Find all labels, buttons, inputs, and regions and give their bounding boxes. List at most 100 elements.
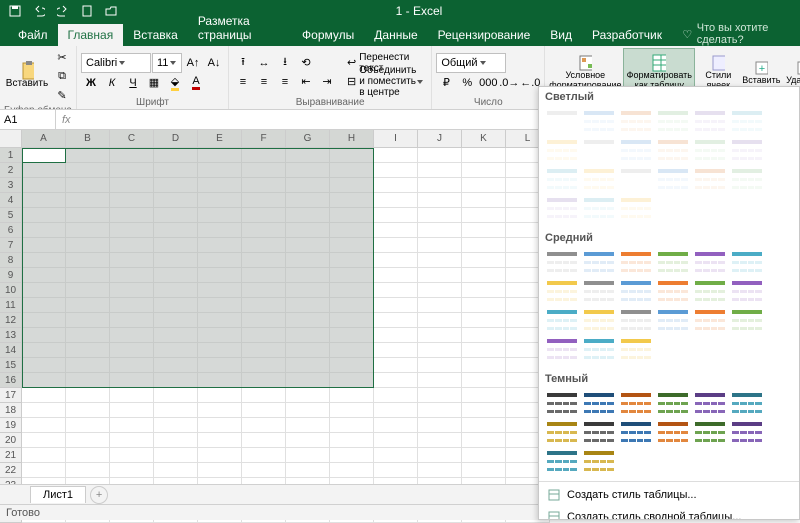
cell[interactable]	[198, 223, 242, 238]
cell[interactable]	[418, 358, 462, 373]
currency-button[interactable]: ₽	[436, 74, 456, 92]
cell[interactable]	[374, 268, 418, 283]
cell[interactable]	[330, 463, 374, 478]
cell[interactable]	[198, 328, 242, 343]
cell[interactable]	[286, 358, 330, 373]
row-header[interactable]: 1	[0, 148, 22, 163]
cell[interactable]	[154, 163, 198, 178]
cell[interactable]	[66, 268, 110, 283]
cell[interactable]	[374, 373, 418, 388]
row-header[interactable]: 19	[0, 418, 22, 433]
cell[interactable]	[22, 253, 66, 268]
cell[interactable]	[198, 193, 242, 208]
cell[interactable]	[154, 433, 198, 448]
cell[interactable]	[462, 268, 506, 283]
table-style-thumbnail[interactable]	[693, 308, 727, 334]
table-style-thumbnail[interactable]	[619, 109, 653, 135]
cell[interactable]	[418, 193, 462, 208]
cell[interactable]	[418, 388, 462, 403]
cell[interactable]	[374, 238, 418, 253]
table-style-thumbnail[interactable]	[545, 138, 579, 164]
cell[interactable]	[66, 373, 110, 388]
cell[interactable]	[242, 448, 286, 463]
row-header[interactable]: 4	[0, 193, 22, 208]
cell[interactable]	[462, 433, 506, 448]
table-style-thumbnail[interactable]	[545, 308, 579, 334]
row-header[interactable]: 11	[0, 298, 22, 313]
cell[interactable]	[286, 373, 330, 388]
cell[interactable]	[462, 298, 506, 313]
cell[interactable]	[374, 403, 418, 418]
cell[interactable]	[462, 148, 506, 163]
cell[interactable]	[330, 343, 374, 358]
italic-button[interactable]: К	[102, 74, 122, 92]
cell[interactable]	[66, 358, 110, 373]
cell[interactable]	[66, 253, 110, 268]
table-style-thumbnail[interactable]	[619, 337, 653, 363]
table-style-thumbnail[interactable]	[545, 279, 579, 305]
tab-data[interactable]: Данные	[364, 24, 427, 46]
cell[interactable]	[462, 388, 506, 403]
column-header[interactable]: C	[110, 130, 154, 148]
cell[interactable]	[242, 268, 286, 283]
row-header[interactable]: 6	[0, 223, 22, 238]
cell[interactable]	[154, 178, 198, 193]
cell[interactable]	[22, 238, 66, 253]
align-middle-button[interactable]: ↔	[254, 54, 274, 72]
row-header[interactable]: 10	[0, 283, 22, 298]
select-all-corner[interactable]	[0, 130, 22, 148]
cell[interactable]	[66, 448, 110, 463]
cell[interactable]	[242, 403, 286, 418]
cell[interactable]	[154, 253, 198, 268]
cell[interactable]	[242, 343, 286, 358]
tell-me-search[interactable]: ♡ Что вы хотите сделать?	[672, 22, 800, 46]
cell[interactable]	[330, 403, 374, 418]
cell[interactable]	[198, 253, 242, 268]
cell[interactable]	[110, 463, 154, 478]
cell[interactable]	[154, 193, 198, 208]
cell[interactable]	[22, 313, 66, 328]
table-style-thumbnail[interactable]	[582, 449, 616, 475]
table-style-thumbnail[interactable]	[693, 420, 727, 446]
cell[interactable]	[110, 223, 154, 238]
cell[interactable]	[330, 433, 374, 448]
cell[interactable]	[330, 268, 374, 283]
cell[interactable]	[418, 283, 462, 298]
table-style-thumbnail[interactable]	[693, 279, 727, 305]
cell[interactable]	[286, 253, 330, 268]
table-style-thumbnail[interactable]	[619, 279, 653, 305]
qat-undo-button[interactable]	[28, 1, 50, 21]
cell[interactable]	[22, 358, 66, 373]
cell[interactable]	[22, 178, 66, 193]
table-style-thumbnail[interactable]	[582, 109, 616, 135]
cell[interactable]	[374, 223, 418, 238]
new-pivot-style-button[interactable]: Создать стиль сводной таблицы...	[539, 506, 799, 520]
table-style-thumbnail[interactable]	[545, 167, 579, 193]
cell[interactable]	[154, 403, 198, 418]
table-style-thumbnail[interactable]	[619, 138, 653, 164]
cell[interactable]	[242, 388, 286, 403]
column-header[interactable]: J	[418, 130, 462, 148]
cell[interactable]	[286, 313, 330, 328]
cell[interactable]	[154, 148, 198, 163]
table-style-thumbnail[interactable]	[693, 250, 727, 276]
cell[interactable]	[418, 328, 462, 343]
orientation-button[interactable]: ⟲	[296, 54, 316, 72]
cell[interactable]	[198, 163, 242, 178]
cell[interactable]	[66, 163, 110, 178]
cell[interactable]	[286, 328, 330, 343]
column-header[interactable]: F	[242, 130, 286, 148]
cell[interactable]	[22, 448, 66, 463]
comma-button[interactable]: 000	[478, 74, 498, 92]
cell[interactable]	[374, 208, 418, 223]
fill-color-button[interactable]: ⬙	[165, 74, 185, 92]
cell[interactable]	[242, 283, 286, 298]
cell[interactable]	[22, 343, 66, 358]
table-style-thumbnail[interactable]	[582, 138, 616, 164]
sheet-tab-1[interactable]: Лист1	[30, 486, 86, 503]
table-style-thumbnail[interactable]	[582, 167, 616, 193]
align-top-button[interactable]: ⭱	[233, 54, 253, 72]
table-style-thumbnail[interactable]	[730, 138, 764, 164]
column-header[interactable]: D	[154, 130, 198, 148]
cell[interactable]	[330, 373, 374, 388]
